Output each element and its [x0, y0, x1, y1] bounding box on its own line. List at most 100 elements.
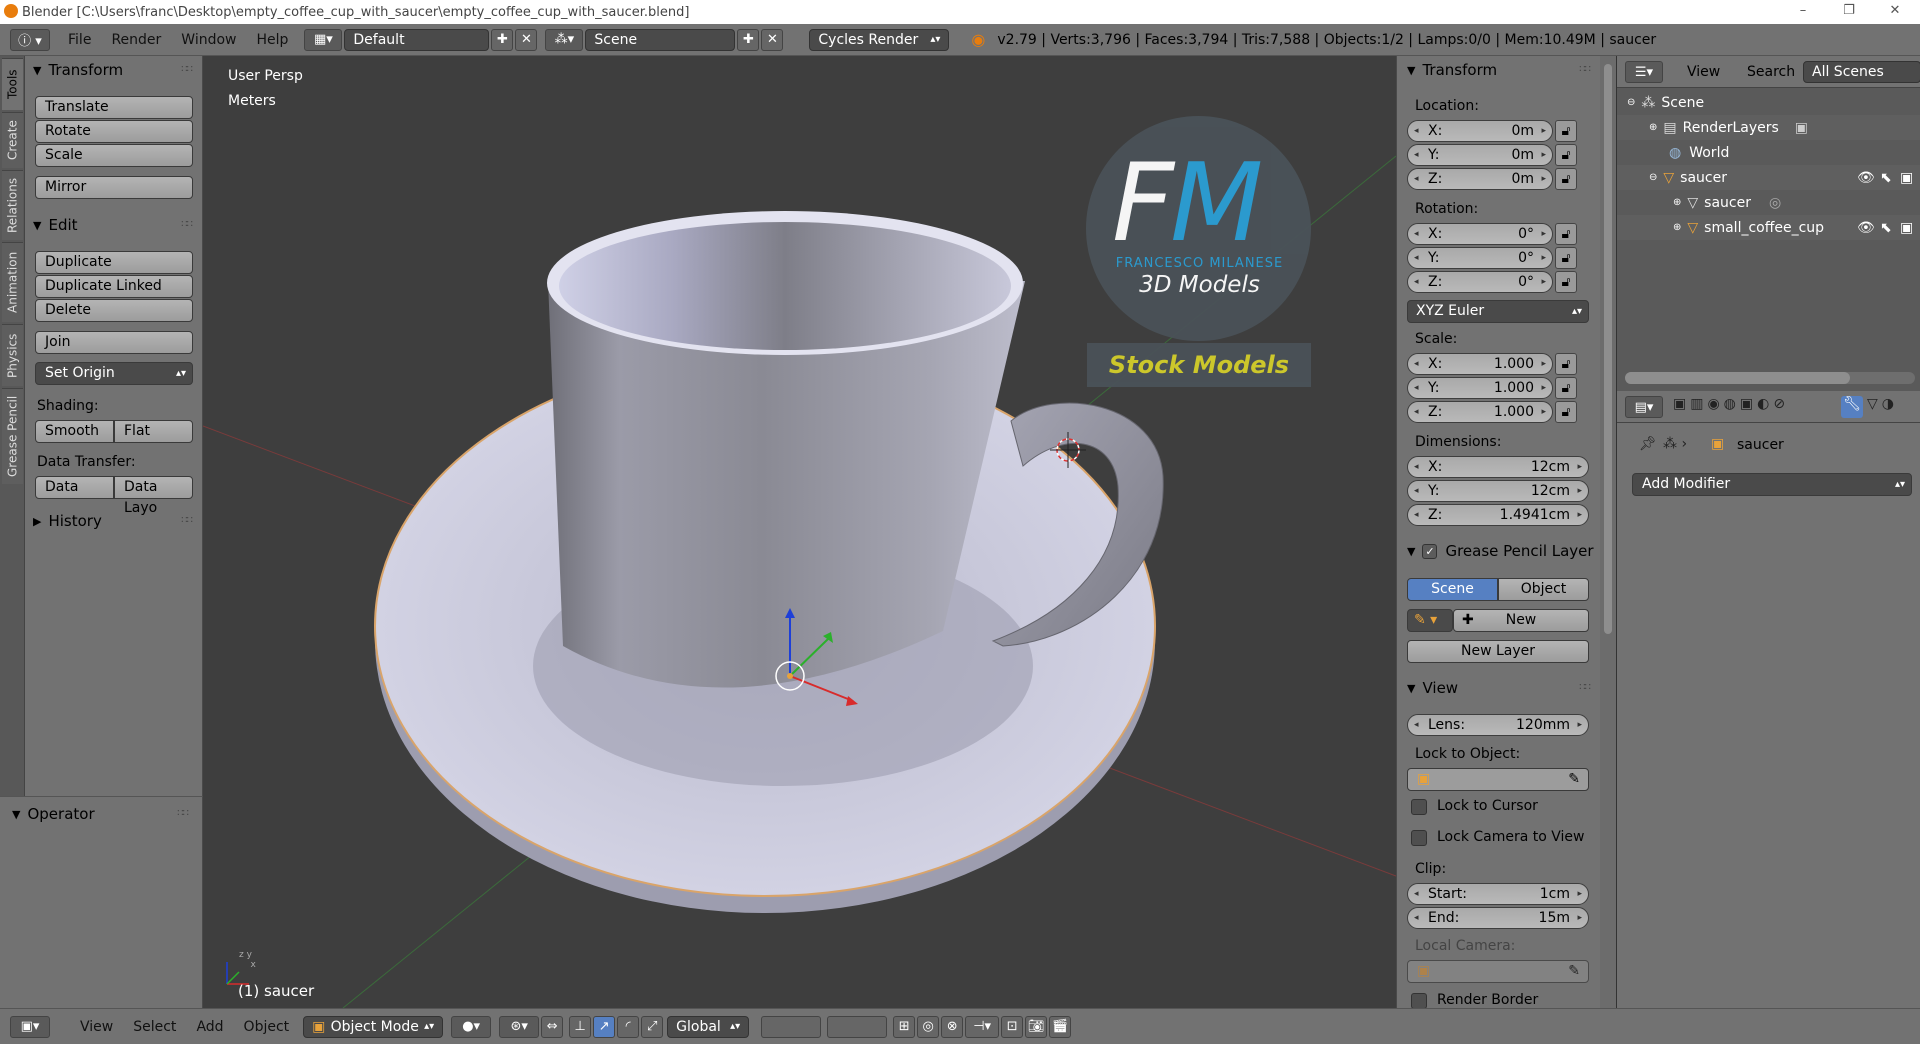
dimension-z-field[interactable]: Z: 1.4941cm: [1407, 504, 1589, 526]
lock-icon[interactable]: 🔓︎: [1555, 377, 1577, 399]
join-button[interactable]: Join: [35, 331, 193, 354]
tab-animation[interactable]: Animation: [2, 242, 23, 322]
smooth-button[interactable]: Smooth: [35, 420, 114, 443]
tab-grease-pencil[interactable]: Grease Pencil: [2, 388, 23, 484]
minimize-button[interactable]: –: [1780, 0, 1826, 24]
lock-icon[interactable]: 🔓︎: [1555, 401, 1577, 423]
drag-grip-icon[interactable]: ∷∷: [181, 219, 193, 230]
location-y-field[interactable]: Y: 0m: [1407, 144, 1553, 166]
outliner-search-menu[interactable]: Search: [1747, 64, 1795, 80]
clip-start-field[interactable]: Start: 1cm: [1407, 883, 1589, 905]
visibility-eye-icon[interactable]: 👁︎: [1857, 170, 1875, 186]
scale-z-field[interactable]: Z: 1.000: [1407, 401, 1553, 423]
properties-editor-type-icon[interactable]: ▤▾: [1625, 396, 1663, 418]
remove-scene-button[interactable]: ✕: [761, 28, 784, 51]
outliner-hscrollbar[interactable]: [1625, 372, 1915, 384]
operator-panel-header[interactable]: ▼ Operator: [12, 805, 95, 823]
layer-buttons-group-2[interactable]: [827, 1015, 888, 1038]
modifiers-tab-wrench-icon[interactable]: 🔧︎: [1841, 396, 1863, 418]
add-scene-button[interactable]: ✚: [737, 28, 760, 51]
lock-icon[interactable]: 🔓︎: [1555, 353, 1577, 375]
lock-icon[interactable]: 🔓︎: [1555, 168, 1577, 190]
tab-physics[interactable]: Physics: [2, 324, 23, 386]
n-view-header[interactable]: ▼ View: [1407, 679, 1458, 697]
set-origin-select[interactable]: Set Origin ▴▾: [35, 362, 193, 385]
select-cursor-icon[interactable]: ⬉: [1880, 170, 1892, 186]
drag-grip-icon[interactable]: ∷∷: [1579, 682, 1591, 693]
data-transfer-button[interactable]: Data: [35, 476, 114, 499]
n-transform-header[interactable]: ▼ Transform: [1407, 61, 1497, 79]
lock-icon[interactable]: 🔓︎: [1555, 223, 1577, 245]
scene-field[interactable]: Scene: [585, 28, 736, 51]
transform-orientation-select[interactable]: Global ▴▾: [667, 1015, 750, 1038]
eyedropper-icon[interactable]: ✎: [1568, 769, 1580, 790]
delete-button[interactable]: Delete: [35, 299, 193, 322]
lock-icon[interactable]: 🔓︎: [1555, 144, 1577, 166]
drag-grip-icon[interactable]: ∷∷: [1579, 64, 1591, 75]
remove-screen-button[interactable]: ✕: [515, 28, 538, 51]
rotation-y-field[interactable]: Y: 0°: [1407, 247, 1553, 269]
history-panel-header[interactable]: ▶ History: [33, 512, 102, 530]
display-mode-select[interactable]: All Scenes: [1803, 61, 1920, 83]
edit-panel-header[interactable]: ▼ Edit: [33, 216, 78, 234]
expand-icon[interactable]: ⊕: [1649, 122, 1657, 133]
expand-icon[interactable]: ⊕: [1673, 222, 1681, 233]
grease-pencil-checkbox[interactable]: ✓: [1422, 543, 1438, 559]
viewport-shading-icon[interactable]: ●▾: [451, 1015, 492, 1038]
snap-element-icon[interactable]: ⊣▾: [965, 1015, 1000, 1038]
location-x-field[interactable]: X: 0m: [1407, 120, 1553, 142]
location-z-field[interactable]: Z: 0m: [1407, 168, 1553, 190]
render-camera-icon[interactable]: ▣: [1900, 220, 1913, 236]
render-border-checkbox[interactable]: [1411, 993, 1427, 1008]
scrollbar-thumb[interactable]: [1604, 64, 1612, 634]
outliner-row-scene[interactable]: ⊖ ⁂ Scene: [1617, 90, 1920, 115]
maximize-button[interactable]: ❐: [1826, 0, 1872, 24]
tab-tools[interactable]: Tools: [2, 58, 23, 110]
drag-grip-icon[interactable]: ∷∷: [181, 515, 193, 526]
active-manipulator-icon[interactable]: ↗: [593, 1015, 616, 1038]
screen-layout-icon[interactable]: ▦▾: [304, 28, 343, 51]
render-layer-toggle-icon[interactable]: ▣: [1795, 120, 1808, 136]
clip-end-field[interactable]: End: 15m: [1407, 907, 1589, 929]
menu-select[interactable]: Select: [123, 1019, 186, 1035]
grease-new-button[interactable]: ✚ New: [1453, 609, 1589, 632]
proportional-edit-icon[interactable]: ◎: [917, 1015, 940, 1038]
scene-icon[interactable]: ⁂▾: [545, 28, 584, 51]
lock-icon[interactable]: 🔓︎: [1555, 120, 1577, 142]
rotation-mode-select[interactable]: XYZ Euler ▴▾: [1407, 300, 1589, 323]
outliner-row-small-coffee-cup[interactable]: ⊕ ▽ small_coffee_cup 👁︎ ⬉ ▣: [1617, 215, 1920, 240]
menu-add[interactable]: Add: [186, 1019, 233, 1035]
scale-x-field[interactable]: X: 1.000: [1407, 353, 1553, 375]
scale-manipulator-icon[interactable]: ⤢: [641, 1015, 664, 1038]
3d-viewport[interactable]: User Persp Meters (1) saucer z y x FM FR…: [203, 56, 1396, 1008]
pivot-point-icon[interactable]: ⊛▾: [499, 1015, 540, 1038]
drag-grip-icon[interactable]: ∷∷: [177, 808, 189, 819]
grease-object-button[interactable]: Object: [1498, 578, 1589, 601]
snap-icon[interactable]: ⊗: [941, 1015, 964, 1038]
editor-type-info-button[interactable]: ⓘ ▾: [10, 28, 50, 51]
lock-icon[interactable]: 🔓︎: [1555, 247, 1577, 269]
snap-target-icon[interactable]: ⊡: [1001, 1015, 1024, 1038]
outliner-row-renderlayers[interactable]: ⊕ ▤ RenderLayers ▣: [1617, 115, 1920, 140]
dimension-y-field[interactable]: Y: 12cm: [1407, 480, 1589, 502]
render-camera-icon[interactable]: ▣: [1900, 170, 1913, 186]
lens-field[interactable]: Lens: 120mm: [1407, 714, 1589, 736]
screen-layout-field[interactable]: Default: [344, 28, 490, 51]
outliner-editor-type-icon[interactable]: ☰▾: [1625, 61, 1663, 83]
drag-grip-icon[interactable]: ∷∷: [181, 64, 193, 75]
expand-icon[interactable]: ⊕: [1673, 197, 1681, 208]
menu-object[interactable]: Object: [234, 1019, 300, 1035]
dimension-x-field[interactable]: X: 12cm: [1407, 456, 1589, 478]
data-layout-button[interactable]: Data Layo: [114, 476, 193, 516]
scrollbar-thumb[interactable]: [1625, 372, 1850, 384]
context-tab-icons[interactable]: ▣▥◉◍▣◐⊘: [1673, 396, 1789, 412]
menu-render[interactable]: Render: [101, 32, 171, 48]
grease-datablock-icon[interactable]: ✎ ▾: [1407, 609, 1453, 632]
flat-button[interactable]: Flat: [114, 420, 193, 443]
close-button[interactable]: ✕: [1872, 0, 1918, 24]
editor-type-3dview-icon[interactable]: ▣▾: [10, 1015, 50, 1038]
lock-to-cursor-checkbox[interactable]: [1411, 799, 1427, 815]
duplicate-button[interactable]: Duplicate: [35, 251, 193, 274]
opengl-render-icon[interactable]: 📷︎: [1025, 1015, 1048, 1038]
eyedropper-icon[interactable]: ✎: [1568, 961, 1580, 982]
